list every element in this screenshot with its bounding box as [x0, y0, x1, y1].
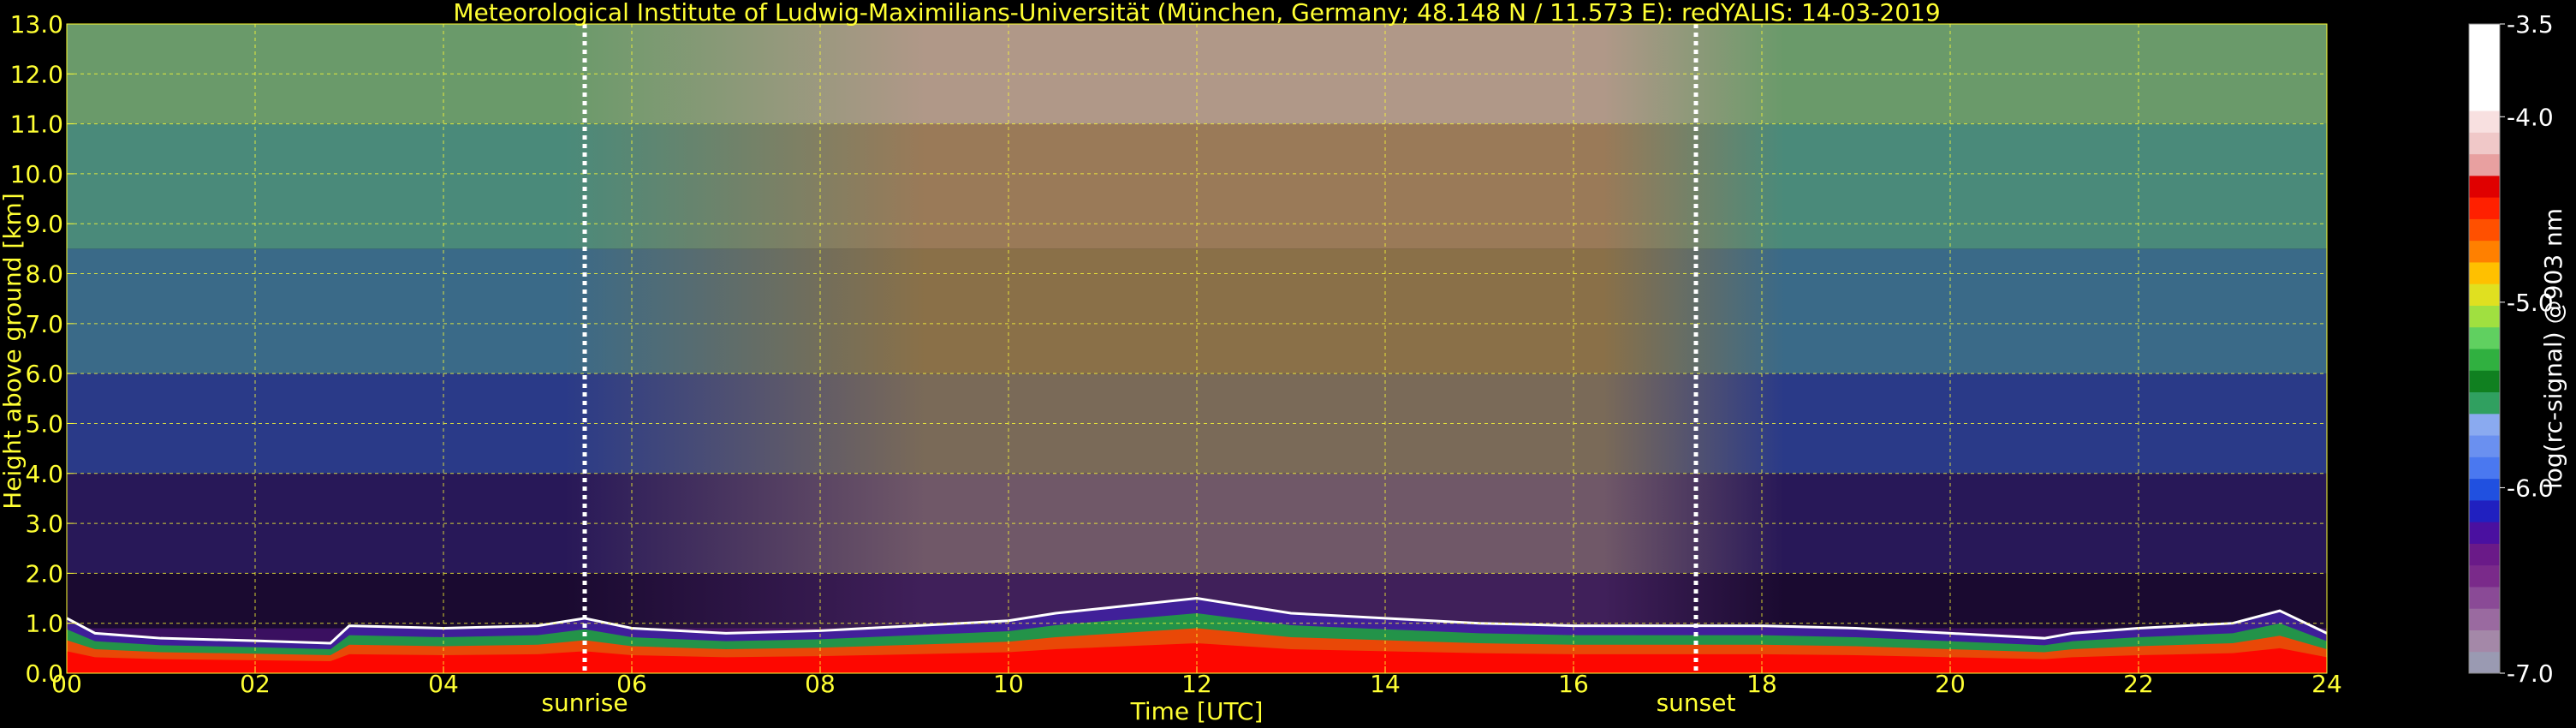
colorbar-segment: [2469, 326, 2500, 349]
colorbar-segment: [2469, 24, 2500, 46]
colorbar-segment: [2469, 45, 2500, 69]
colorbar-segment: [2469, 175, 2500, 198]
colorbar-segment: [2469, 370, 2500, 393]
x-tick-label: 14: [1370, 670, 1401, 698]
colorbar-segment: [2469, 543, 2500, 566]
colorbar-segment: [2469, 651, 2500, 674]
y-axis-label: Height above ground [km]: [0, 193, 27, 510]
colorbar-segment: [2469, 586, 2500, 609]
x-tick-label: 10: [993, 670, 1024, 698]
colorbar-segment: [2469, 197, 2500, 219]
colorbar-tick-label: -4.0: [2507, 103, 2554, 131]
colorbar-segment: [2469, 305, 2500, 328]
x-axis-label: Time [UTC]: [1130, 697, 1264, 725]
x-tick-label: 12: [1181, 670, 1212, 698]
plot-area: [66, 23, 2328, 674]
colorbar-segment: [2469, 349, 2500, 371]
colorbar-tick-label: -3.5: [2507, 10, 2554, 39]
x-tick-label: 22: [2123, 670, 2154, 698]
x-tick-label: 24: [2311, 670, 2342, 698]
y-tick-label: 3.0: [25, 510, 63, 538]
colorbar-segment: [2469, 67, 2500, 90]
colorbar-segment: [2469, 132, 2500, 155]
colorbar: [2468, 23, 2501, 674]
colorbar-segment: [2469, 456, 2500, 480]
y-tick-label: 7.0: [25, 310, 63, 338]
colorbar-segment: [2469, 110, 2500, 133]
colorbar-segment: [2469, 261, 2500, 284]
y-tick-label: 6.0: [25, 360, 63, 388]
colorbar-segment: [2469, 608, 2500, 630]
y-tick-label: 9.0: [25, 210, 63, 238]
colorbar-segment: [2469, 499, 2500, 522]
x-tick-label: 16: [1558, 670, 1589, 698]
chart-title: Meteorological Institute of Ludwig-Maxim…: [453, 0, 1940, 27]
sunrise-label: sunrise: [541, 689, 628, 717]
colorbar-segment: [2469, 283, 2500, 306]
colorbar-tick-label: -7.0: [2507, 659, 2554, 688]
colorbar-segment: [2469, 522, 2500, 544]
sunset-label: sunset: [1657, 689, 1736, 717]
x-tick-label: 20: [1935, 670, 1966, 698]
x-tick-label: 04: [428, 670, 459, 698]
colorbar-segment: [2469, 630, 2500, 653]
x-tick-label: 02: [240, 670, 271, 698]
y-tick-label: 13.0: [10, 10, 63, 39]
colorbar-segment: [2469, 391, 2500, 415]
colorbar-segment: [2469, 564, 2500, 588]
y-tick-label: 8.0: [25, 260, 63, 289]
y-tick-label: 12.0: [10, 60, 63, 88]
colorbar-segment: [2469, 478, 2500, 501]
y-tick-label: 5.0: [25, 409, 63, 438]
y-tick-label: 0.0: [25, 659, 63, 688]
colorbar-segment: [2469, 153, 2500, 176]
colorbar-segment: [2469, 218, 2500, 242]
y-tick-label: 10.0: [10, 160, 63, 188]
colorbar-segment: [2469, 413, 2500, 436]
colorbar-label: log(rc-signal) @903 nm: [2539, 208, 2567, 489]
x-tick-label: 18: [1746, 670, 1777, 698]
y-tick-label: 11.0: [10, 110, 63, 139]
colorbar-segment: [2469, 88, 2500, 111]
colorbar-segment: [2469, 240, 2500, 263]
lidar-chart: 00 02 04 06 08 10 12 14 16 18 20 22 24 0.01.02.03.04…: [0, 0, 2576, 728]
y-tick-label: 2.0: [25, 559, 63, 588]
y-tick-label: 4.0: [25, 460, 63, 488]
colorbar-segment: [2469, 435, 2500, 457]
x-tick-label: 08: [805, 670, 836, 698]
y-tick-label: 1.0: [25, 610, 63, 638]
